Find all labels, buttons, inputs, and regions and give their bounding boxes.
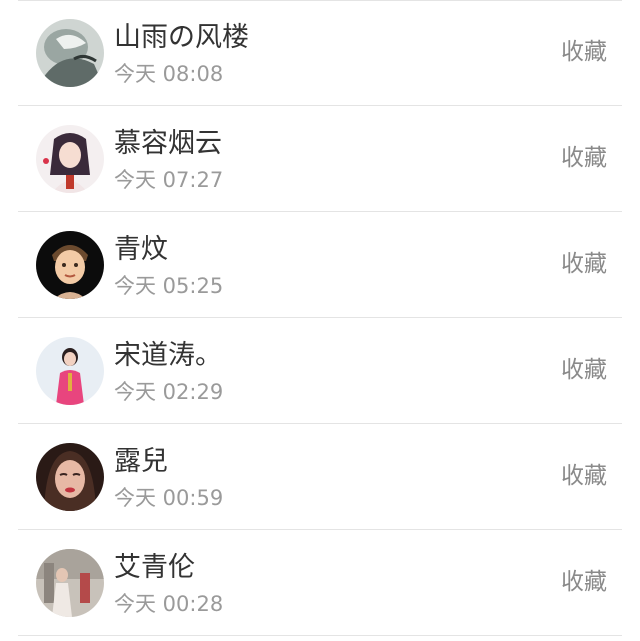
list-item[interactable]: 艾青伦 今天 00:28 收藏 — [18, 530, 622, 636]
avatar-woman-portrait-icon — [36, 443, 104, 511]
contact-time: 今天 05:25 — [114, 274, 224, 298]
list-item[interactable]: 青炆 今天 05:25 收藏 — [18, 212, 622, 318]
avatar-cartoon-boy-icon — [36, 231, 104, 299]
avatar-ink-painting-icon — [36, 19, 104, 87]
list-item[interactable]: 山雨の风楼 今天 08:08 收藏 — [18, 0, 622, 106]
avatar[interactable] — [36, 231, 104, 299]
contact-name: 山雨の风楼 — [114, 22, 249, 53]
contact-time: 今天 07:27 — [114, 168, 224, 192]
contact-name: 青炆 — [114, 234, 168, 265]
contact-name: 慕容烟云 — [114, 128, 222, 159]
contact-list: 山雨の风楼 今天 08:08 收藏 慕容烟云 今天 07:27 收藏 青炆 今天… — [0, 0, 640, 641]
contact-name: 艾青伦 — [114, 552, 195, 583]
list-item[interactable]: 露兒 今天 00:59 收藏 — [18, 424, 622, 530]
avatar[interactable] — [36, 443, 104, 511]
avatar-woman-pink-dress-icon — [36, 337, 104, 405]
contact-time: 今天 02:29 — [114, 380, 224, 404]
favorite-button[interactable]: 收藏 — [561, 565, 607, 599]
favorite-button[interactable]: 收藏 — [561, 35, 607, 69]
list-item[interactable]: 宋道涛。 今天 02:29 收藏 — [18, 318, 622, 424]
avatar[interactable] — [36, 125, 104, 193]
contact-time: 今天 00:59 — [114, 486, 224, 510]
avatar[interactable] — [36, 337, 104, 405]
contact-time: 今天 08:08 — [114, 62, 224, 86]
favorite-button[interactable]: 收藏 — [561, 247, 607, 281]
list-item[interactable]: 慕容烟云 今天 07:27 收藏 — [18, 106, 622, 212]
avatar[interactable] — [36, 549, 104, 617]
contact-name: 宋道涛。 — [114, 340, 222, 371]
contact-time: 今天 00:28 — [114, 592, 224, 616]
avatar-street-photo-icon — [36, 549, 104, 617]
avatar-anime-girl-icon — [36, 125, 104, 193]
contact-name: 露兒 — [114, 446, 168, 477]
favorite-button[interactable]: 收藏 — [561, 459, 607, 493]
favorite-button[interactable]: 收藏 — [561, 353, 607, 387]
avatar[interactable] — [36, 19, 104, 87]
favorite-button[interactable]: 收藏 — [561, 141, 607, 175]
